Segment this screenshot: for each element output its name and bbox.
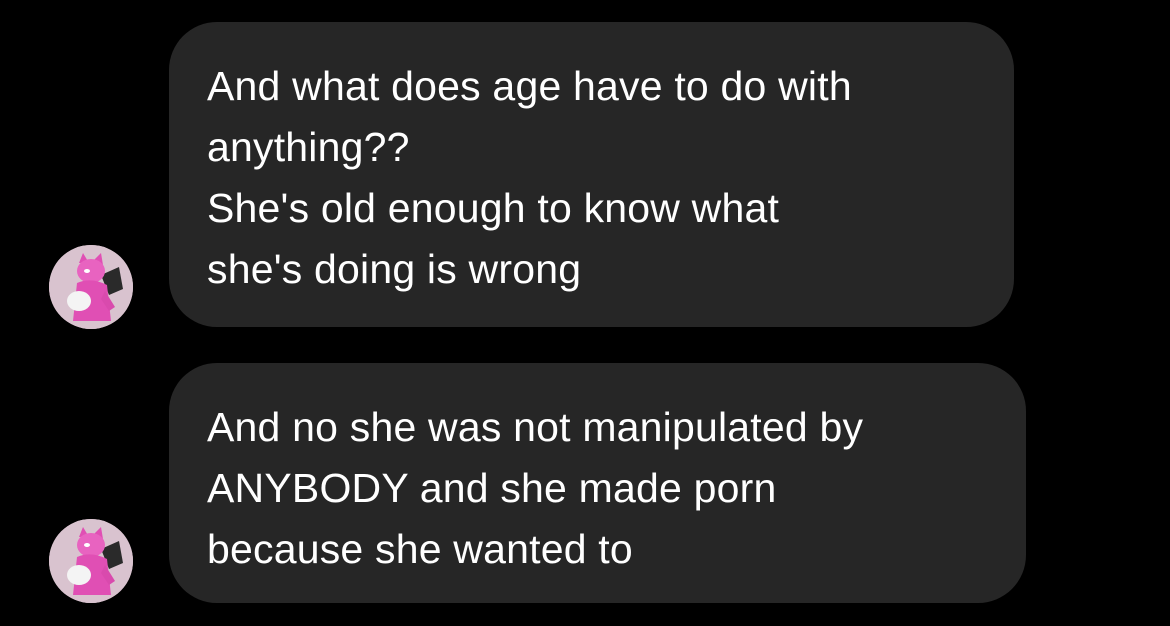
sender-avatar[interactable] (49, 519, 133, 603)
message-thread: And what does age have to do with anythi… (0, 0, 1170, 626)
message-bubble[interactable]: And no she was not manipulated by ANYBOD… (169, 363, 1026, 603)
message-text-line: And what does age have to do with (207, 63, 852, 109)
message-text-line: she's doing is wrong (207, 246, 582, 292)
message-bubble[interactable]: And what does age have to do with anythi… (169, 22, 1014, 327)
message-text-line: ANYBODY and she made porn (207, 465, 777, 511)
message-text-line: because she wanted to (207, 526, 633, 572)
sender-avatar[interactable] (49, 245, 133, 329)
message-text-line: She's old enough to know what (207, 185, 780, 231)
character-avatar-icon (49, 519, 133, 603)
message-text-line: anything?? (207, 124, 410, 170)
message-text-line: And no she was not manipulated by (207, 404, 864, 450)
character-avatar-icon (49, 245, 133, 329)
